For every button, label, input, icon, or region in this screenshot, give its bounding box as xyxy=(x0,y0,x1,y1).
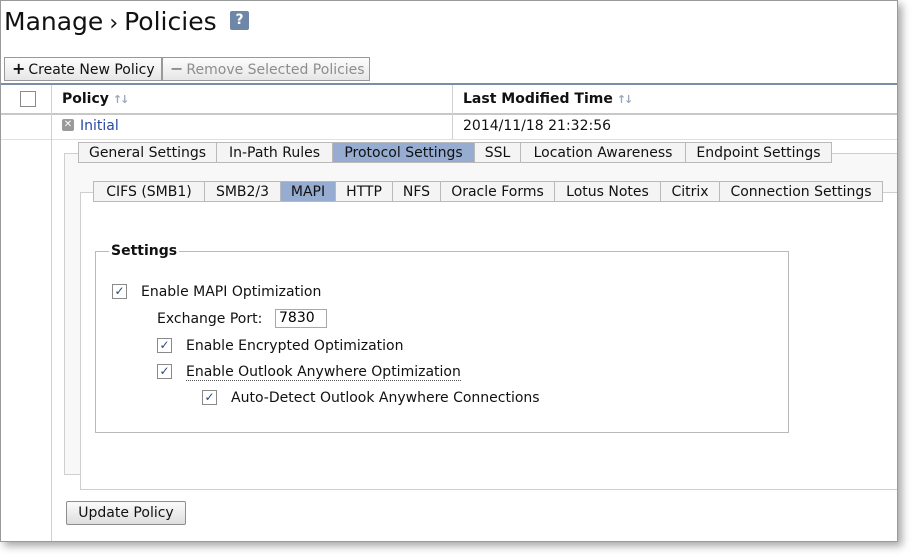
sort-arrows-icon: ↑↓ xyxy=(112,93,130,106)
auto-detect-label: Auto-Detect Outlook Anywhere Connections xyxy=(231,390,540,406)
tab-lotus-notes[interactable]: Lotus Notes xyxy=(554,181,661,202)
help-icon[interactable]: ? xyxy=(230,11,249,30)
enable-outlook-anywhere-label[interactable]: Enable Outlook Anywhere Optimization xyxy=(186,364,461,381)
checkmark-icon: ✓ xyxy=(159,338,170,352)
last-modified-time: 2014/11/18 21:32:56 xyxy=(463,118,612,134)
tab-oracle-forms[interactable]: Oracle Forms xyxy=(440,181,555,202)
minus-icon: − xyxy=(170,59,184,78)
column-header-last-modified[interactable]: Last Modified Time ↑↓ xyxy=(463,85,634,113)
remove-selected-policies-button[interactable]: − Remove Selected Policies xyxy=(162,57,370,81)
policy-name-link[interactable]: Initial xyxy=(80,113,119,139)
page-title-text: Policies xyxy=(124,7,217,36)
close-icon[interactable]: ✕ xyxy=(62,119,74,131)
breadcrumb-root[interactable]: Manage xyxy=(4,7,103,36)
tab-cifs-smb1[interactable]: CIFS (SMB1) xyxy=(93,181,205,202)
enable-encrypted-label: Enable Encrypted Optimization xyxy=(186,338,404,354)
remove-selected-policies-label: Remove Selected Policies xyxy=(186,62,365,78)
tab-general-settings[interactable]: General Settings xyxy=(78,142,217,163)
enable-mapi-label: Enable MAPI Optimization xyxy=(141,284,322,300)
tab-ssl[interactable]: SSL xyxy=(474,142,521,163)
checkmark-icon: ✓ xyxy=(204,390,215,404)
exchange-port-input[interactable] xyxy=(275,309,327,328)
row-detail-divider xyxy=(51,139,52,541)
sort-arrows-icon: ↑↓ xyxy=(616,93,634,106)
tab-protocol-settings[interactable]: Protocol Settings xyxy=(332,142,475,163)
page-title: Manage › Policies xyxy=(4,5,217,39)
enable-mapi-checkbox[interactable]: ✓ xyxy=(112,284,127,299)
create-new-policy-label: Create New Policy xyxy=(28,62,155,78)
table-header: Policy ↑↓ Last Modified Time ↑↓ xyxy=(1,83,897,115)
auto-detect-checkbox[interactable]: ✓ xyxy=(202,390,217,405)
checkmark-icon: ✓ xyxy=(114,284,125,298)
enable-outlook-anywhere-checkbox[interactable]: ✓ xyxy=(157,364,172,379)
app-window: Manage › Policies ? + Create New Policy − Re… xyxy=(0,0,898,542)
table-row[interactable]: ✕ Initial 2014/11/18 21:32:56 xyxy=(1,113,897,140)
column-header-last-modified-label: Last Modified Time xyxy=(463,91,613,107)
tab-endpoint-settings[interactable]: Endpoint Settings xyxy=(685,142,832,163)
column-divider xyxy=(51,85,52,113)
settings-legend: Settings xyxy=(109,242,180,260)
plus-icon: + xyxy=(12,59,26,78)
tab-nfs[interactable]: NFS xyxy=(392,181,441,202)
tab-mapi[interactable]: MAPI xyxy=(280,181,336,202)
tab-http[interactable]: HTTP xyxy=(335,181,393,202)
exchange-port-label: Exchange Port: xyxy=(157,311,263,327)
select-all-checkbox[interactable] xyxy=(20,91,36,107)
update-policy-button[interactable]: Update Policy xyxy=(66,501,186,525)
column-divider xyxy=(452,85,453,113)
tab-location-awareness[interactable]: Location Awareness xyxy=(520,142,686,163)
tab-in-path-rules[interactable]: In-Path Rules xyxy=(216,142,333,163)
column-divider xyxy=(452,113,453,139)
tab-citrix[interactable]: Citrix xyxy=(660,181,720,202)
tab-connection-settings[interactable]: Connection Settings xyxy=(719,181,883,202)
create-new-policy-button[interactable]: + Create New Policy xyxy=(4,57,162,81)
column-header-policy-label: Policy xyxy=(62,91,109,107)
column-header-policy[interactable]: Policy ↑↓ xyxy=(62,85,130,113)
breadcrumb-separator-icon: › xyxy=(109,11,119,36)
column-divider xyxy=(51,113,52,139)
tab-smb2-3[interactable]: SMB2/3 xyxy=(204,181,281,202)
enable-encrypted-checkbox[interactable]: ✓ xyxy=(157,338,172,353)
checkmark-icon: ✓ xyxy=(159,364,170,378)
